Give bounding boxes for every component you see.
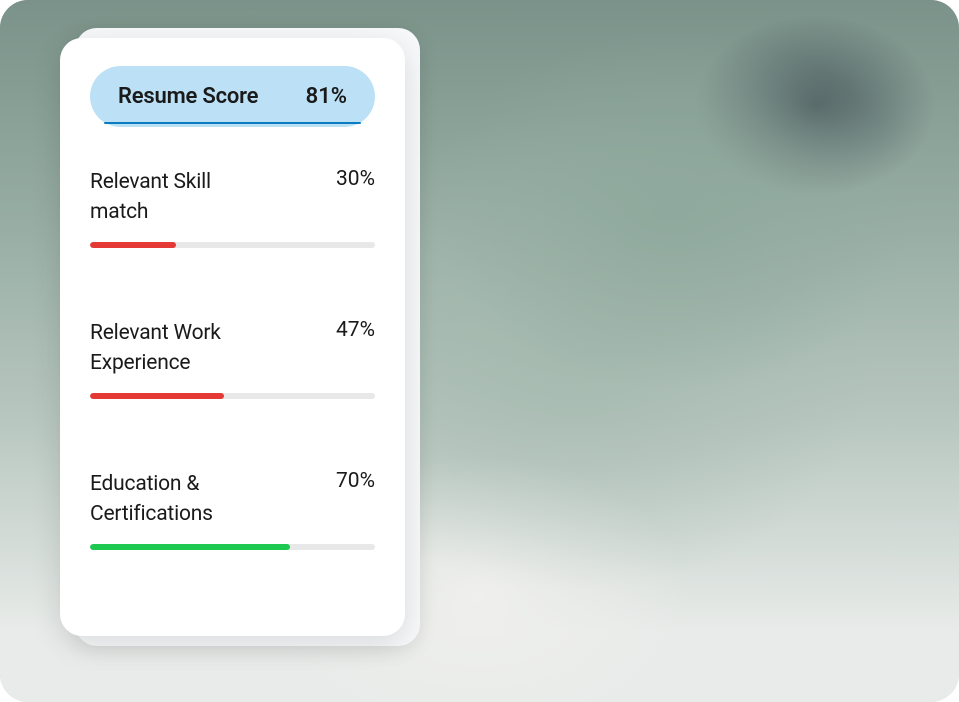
progress-bar: [90, 242, 375, 248]
metric-label: Relevant Skill match: [90, 167, 270, 228]
metric-education: Education & Certifications 70%: [90, 469, 375, 550]
metric-header: Education & Certifications 70%: [90, 469, 375, 530]
progress-fill: [90, 544, 290, 550]
score-label: Resume Score: [118, 84, 258, 109]
resume-score-card: Resume Score 81% Relevant Skill match 30…: [60, 38, 405, 636]
metric-work-experience: Relevant Work Experience 47%: [90, 318, 375, 399]
progress-bar: [90, 393, 375, 399]
overall-score-badge: Resume Score 81%: [90, 66, 375, 127]
metric-label: Education & Certifications: [90, 469, 270, 530]
metric-header: Relevant Work Experience 47%: [90, 318, 375, 379]
progress-fill: [90, 393, 224, 399]
metric-value: 47%: [336, 318, 375, 342]
metric-label: Relevant Work Experience: [90, 318, 270, 379]
metric-skill-match: Relevant Skill match 30%: [90, 167, 375, 248]
score-value: 81%: [306, 84, 347, 109]
progress-fill: [90, 242, 176, 248]
metric-value: 70%: [336, 469, 375, 493]
app-frame: Resume Score 81% Relevant Skill match 30…: [0, 0, 959, 702]
metric-header: Relevant Skill match 30%: [90, 167, 375, 228]
metric-value: 30%: [336, 167, 375, 191]
progress-bar: [90, 544, 375, 550]
